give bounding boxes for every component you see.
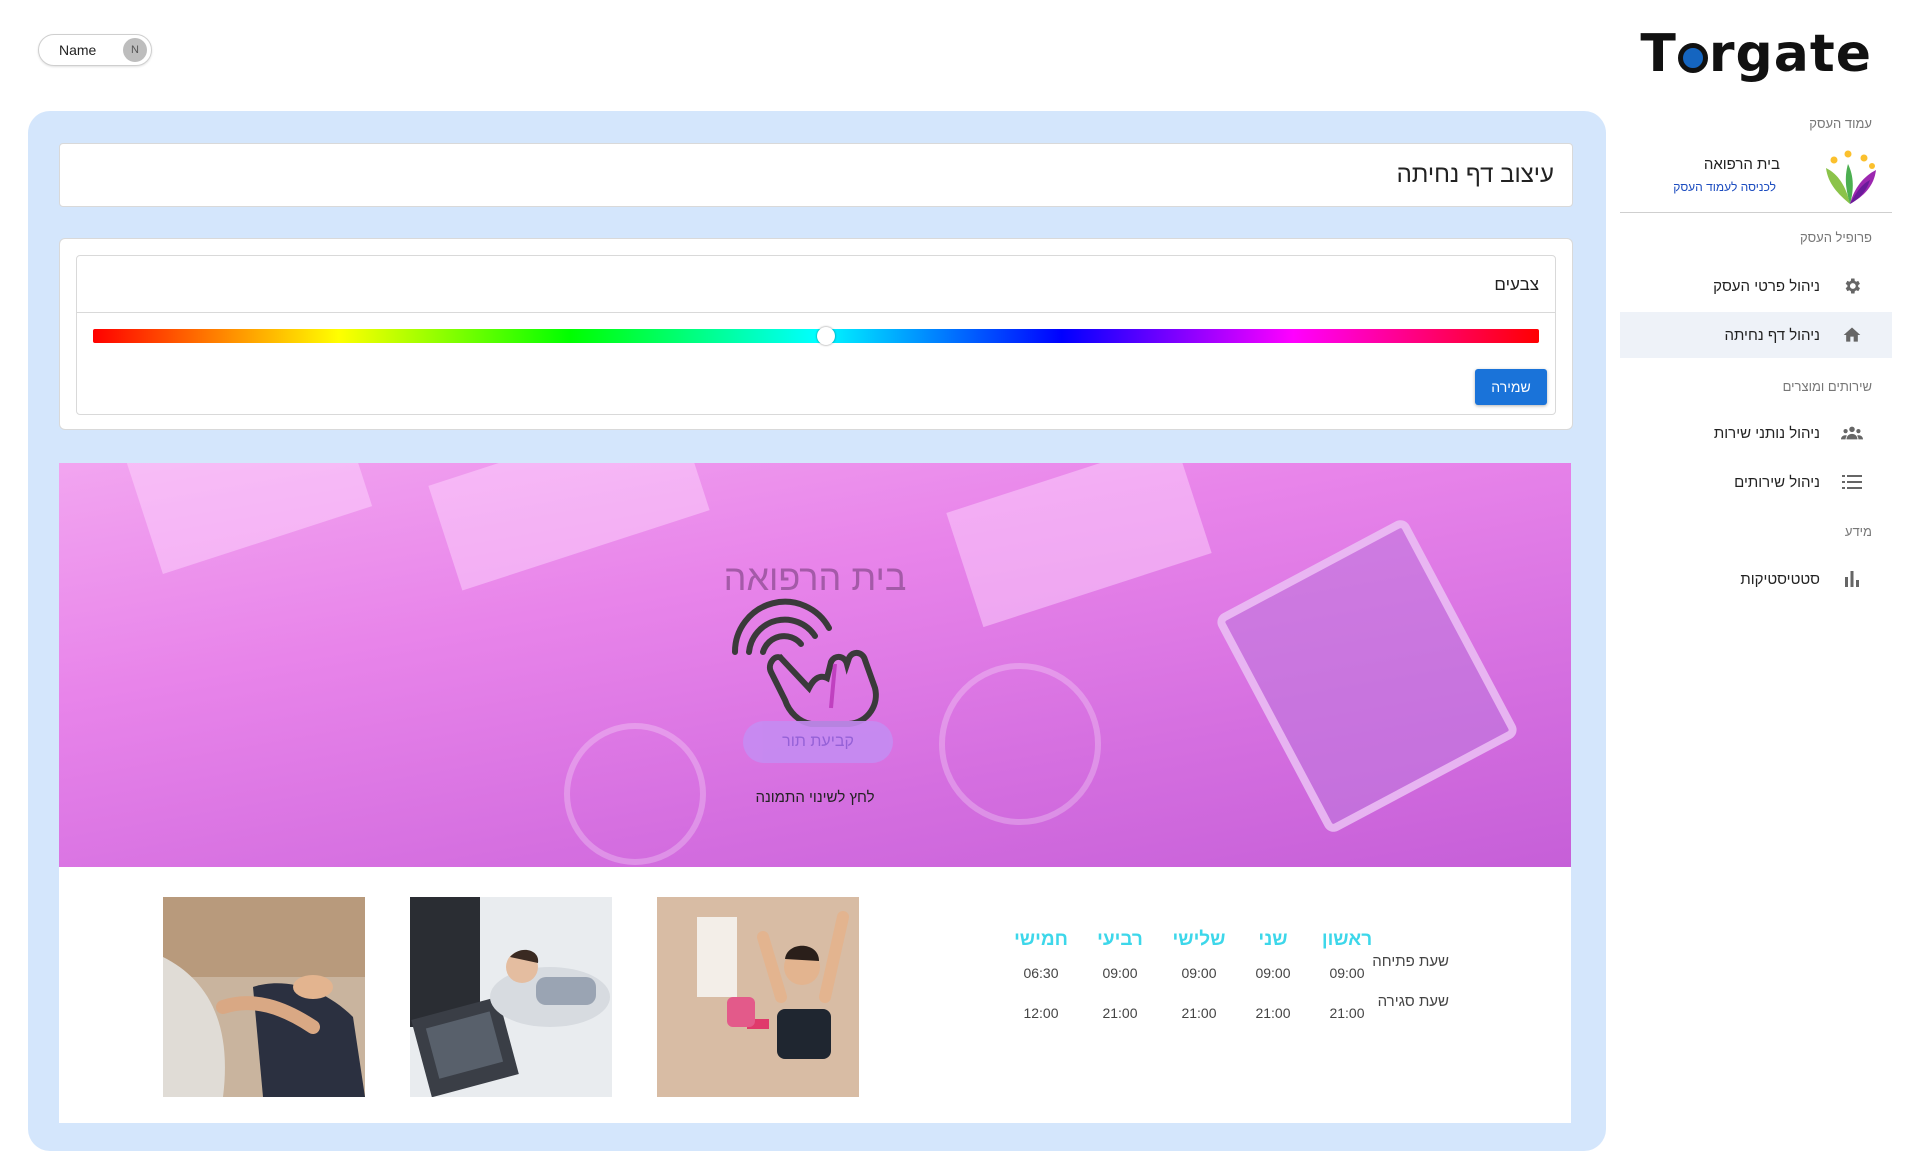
ceiling-light-shape [946, 463, 1212, 628]
book-appointment-button[interactable]: קביעת תור [743, 721, 893, 763]
day-thursday: חמישי [1014, 929, 1068, 950]
open-hours-label: שעת פתיחה [1372, 953, 1449, 970]
change-image-hint[interactable]: לחץ לשינוי התמונה [59, 789, 1571, 806]
gear-icon [1840, 274, 1864, 298]
hue-slider[interactable] [93, 329, 1539, 343]
sidebar-item-label: ניהול דף נחיתה [1724, 326, 1820, 344]
open-time: 09:00 [1102, 965, 1138, 981]
sidebar-item-services[interactable]: ניהול שירותים [1620, 459, 1892, 505]
people-icon [1840, 421, 1864, 445]
sidebar-item-service-providers[interactable]: ניהול נותני שירות [1620, 410, 1892, 456]
sidebar-item-label: סטטיסטיקות [1740, 570, 1820, 588]
open-time: 09:00 [1255, 965, 1291, 981]
close-hours-label: שעת סגירה [1377, 993, 1449, 1010]
colors-panel: צבעים שמירה [76, 255, 1556, 415]
hero-image[interactable]: בית הרפואה קביעת תור לחץ לשינוי התמונה [59, 463, 1571, 867]
colors-heading: צבעים [1494, 275, 1539, 294]
top-bar: Trgate Name N [0, 0, 1920, 100]
photo-caregiver[interactable] [163, 897, 365, 1097]
info-card: שעת פתיחה שעת סגירה ראשון 09:00 21:00 שנ… [59, 867, 1571, 1123]
business-card[interactable]: בית הרפואה לכניסה לעמוד העסק [1620, 144, 1892, 213]
sidebar: עמוד העסק בית הרפואה לכניסה לעמוד העסק פ… [1620, 100, 1920, 1149]
day-monday: שני [1258, 929, 1288, 950]
open-time: 06:30 [1023, 965, 1059, 981]
hue-slider-thumb[interactable] [817, 327, 836, 345]
sidebar-section-business-page: עמוד העסק [1809, 116, 1872, 131]
list-icon [1840, 470, 1864, 494]
day-tuesday: שלישי [1172, 929, 1226, 950]
close-time: 21:00 [1181, 1005, 1217, 1021]
sidebar-item-business-details[interactable]: ניהול פרטי העסק [1620, 263, 1892, 309]
bar-chart-icon [1840, 567, 1864, 591]
colors-header: צבעים [77, 256, 1555, 313]
open-time: 09:00 [1181, 965, 1217, 981]
tap-hand-icon [731, 598, 879, 727]
logo-dot-icon [1677, 43, 1708, 73]
colors-card: צבעים שמירה [59, 238, 1573, 430]
business-name: בית הרפואה [1703, 156, 1780, 173]
opening-hours: שעת פתיחה שעת סגירה ראשון 09:00 21:00 שנ… [959, 929, 1559, 1049]
photo-fitness[interactable] [657, 897, 859, 1097]
avatar: N [123, 38, 147, 62]
open-time: 09:00 [1329, 965, 1365, 981]
user-chip[interactable]: Name N [38, 34, 152, 66]
close-time: 21:00 [1102, 1005, 1138, 1021]
day-sunday: ראשון [1321, 929, 1373, 950]
day-wednesday: רביעי [1097, 929, 1143, 950]
close-time: 21:00 [1255, 1005, 1291, 1021]
sidebar-section-info: מידע [1844, 524, 1872, 539]
sidebar-section-services: שירותים ומוצרים [1782, 379, 1872, 394]
sidebar-section-profile: פרופיל העסק [1799, 230, 1872, 245]
user-name: Name [59, 42, 97, 58]
sidebar-item-landing-page[interactable]: ניהול דף נחיתה [1620, 312, 1892, 358]
business-logo-icon [1826, 150, 1876, 204]
page-title-card: עיצוב דף נחיתה [59, 143, 1573, 207]
close-time: 21:00 [1329, 1005, 1365, 1021]
torgate-logo[interactable]: Trgate [1640, 24, 1872, 84]
business-page-link[interactable]: לכניסה לעמוד העסק [1673, 180, 1776, 194]
photo-ultrasound[interactable] [410, 897, 612, 1097]
home-icon [1840, 323, 1864, 347]
sidebar-item-label: ניהול שירותים [1734, 473, 1820, 491]
sidebar-item-statistics[interactable]: סטטיסטיקות [1620, 556, 1892, 602]
main-panel: עיצוב דף נחיתה צבעים שמירה בית הרפואה קב… [28, 111, 1606, 1151]
close-time: 12:00 [1023, 1005, 1059, 1021]
page-title: עיצוב דף נחיתה [1396, 161, 1554, 188]
sidebar-item-label: ניהול פרטי העסק [1713, 277, 1820, 295]
sidebar-item-label: ניהול נותני שירות [1713, 424, 1820, 442]
save-button[interactable]: שמירה [1475, 369, 1547, 405]
